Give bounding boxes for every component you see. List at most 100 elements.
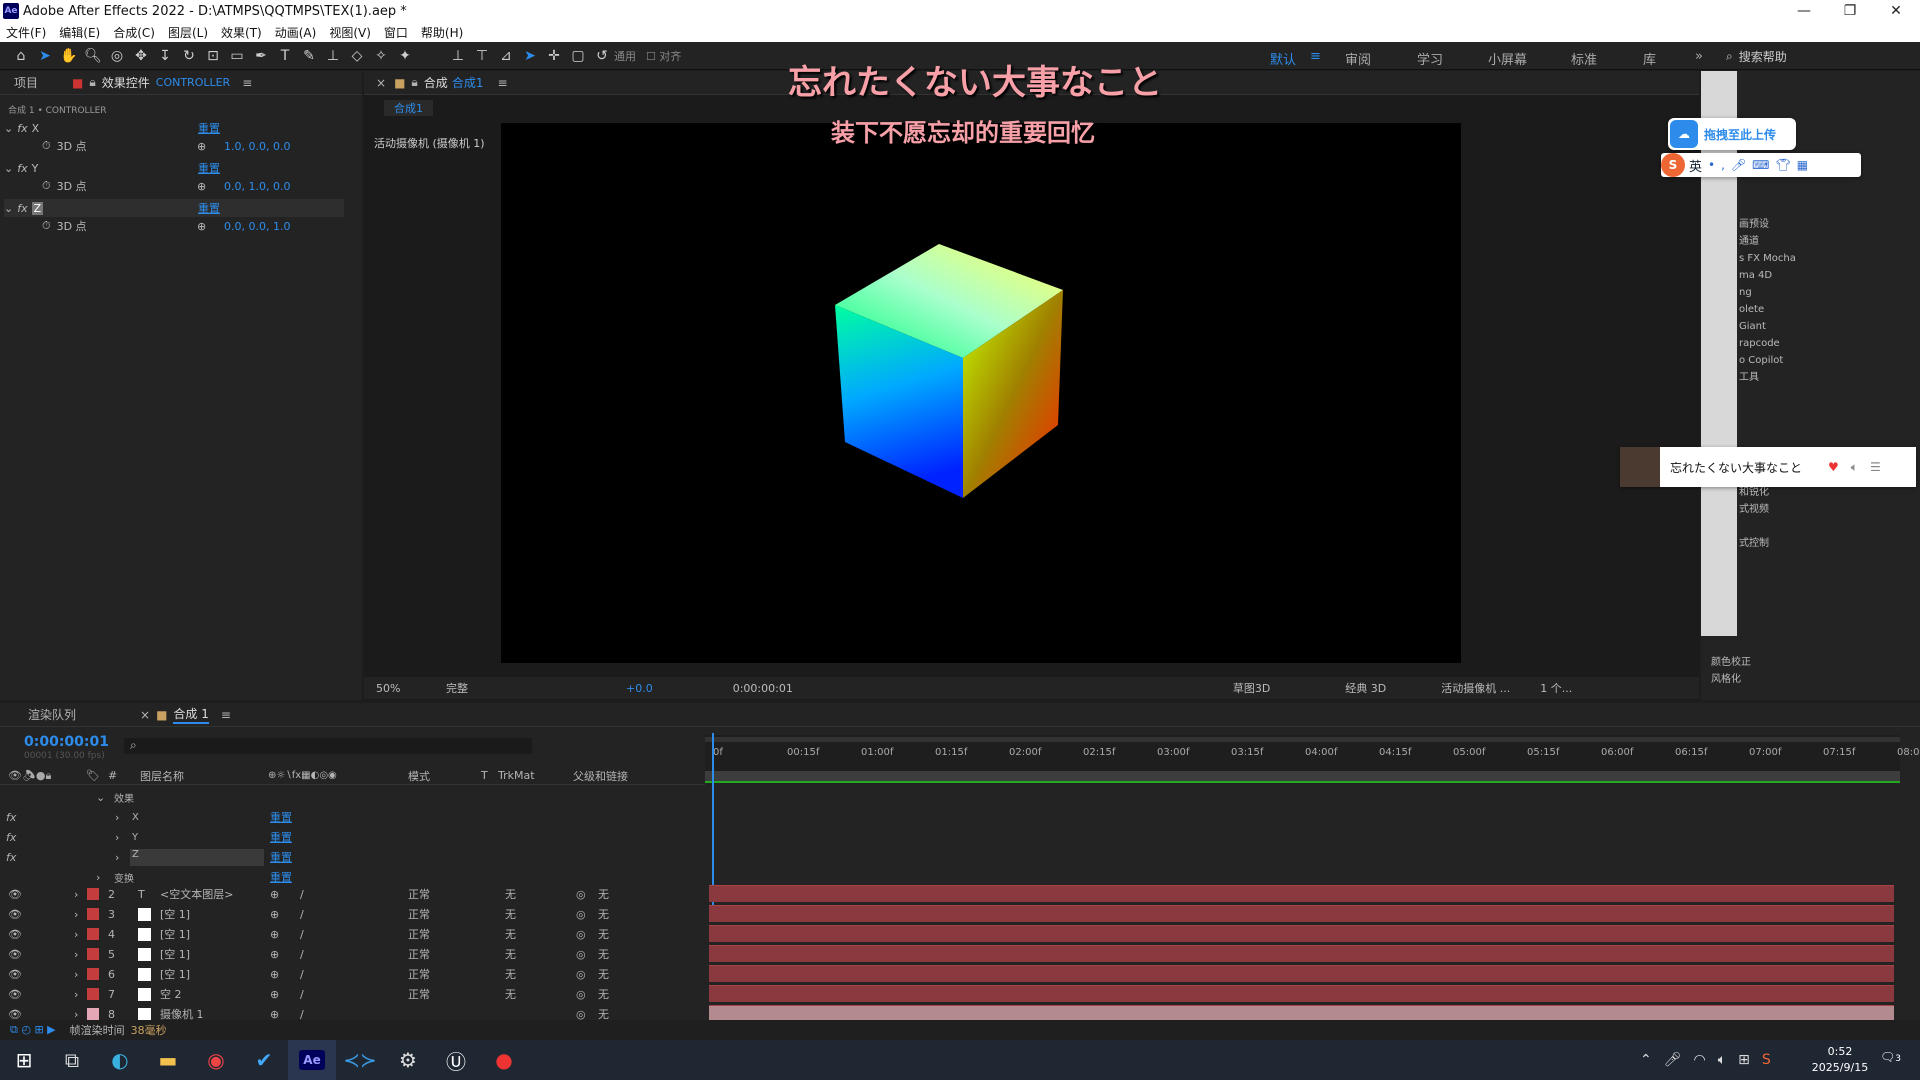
crosshair-icon[interactable]: ⊕ bbox=[197, 140, 206, 153]
shy-switch-icon[interactable]: ⊕ bbox=[270, 948, 279, 961]
music-popup[interactable]: 忘れたくない大事なこと ♥ 🔈︎ ☰ bbox=[1620, 447, 1916, 487]
expand-icon[interactable]: ⌄ bbox=[96, 791, 105, 804]
home-icon[interactable]: ⌂ bbox=[10, 45, 32, 67]
quality-select[interactable]: 完整 bbox=[446, 680, 536, 696]
effect-y-reset[interactable]: 重置 bbox=[198, 160, 220, 176]
stopwatch-icon[interactable]: ⏱ bbox=[42, 139, 51, 153]
selection-tool-icon[interactable]: ➤ bbox=[34, 45, 56, 67]
anchor-tool-icon[interactable]: ⊡ bbox=[202, 45, 224, 67]
timeline-timecode[interactable]: 0:00:00:01 bbox=[24, 734, 109, 750]
layer-parent-select[interactable]: 无 bbox=[598, 966, 609, 982]
effect-x-reset[interactable]: 重置 bbox=[198, 120, 220, 136]
move-3d-icon[interactable]: ✛ bbox=[543, 45, 565, 67]
menu-composition[interactable]: 合成(C) bbox=[113, 24, 155, 41]
notification-icon[interactable]: 🗨︎3 bbox=[1880, 1050, 1901, 1064]
time-ruler[interactable]: 0f 00:15f 01:00f 01:15f 02:00f 02:15f 03:00f 03… bbox=[705, 735, 1919, 783]
preset-item[interactable]: 式控制 bbox=[1739, 535, 1769, 552]
preset-item[interactable]: 画预设 bbox=[1739, 216, 1796, 233]
layer-mode-select[interactable]: 正常 bbox=[408, 966, 430, 982]
pickwhip-icon[interactable]: ◎ bbox=[576, 948, 586, 961]
expand-icon[interactable]: › bbox=[74, 948, 78, 961]
layer-name[interactable]: 空 2 bbox=[160, 986, 182, 1002]
pickwhip-icon[interactable]: ◎ bbox=[576, 888, 586, 901]
tab-close-icon[interactable]: ■ bbox=[72, 76, 83, 90]
effect-z-label[interactable]: Z bbox=[130, 848, 264, 866]
crosshair-icon[interactable]: ⊕ bbox=[197, 180, 206, 193]
effect-z-row[interactable]: ⌄ fx Z 重置 bbox=[4, 199, 344, 217]
expand-icon[interactable]: › bbox=[74, 888, 78, 901]
layer-trkmat-select[interactable]: 无 bbox=[505, 986, 516, 1002]
eye-icon[interactable]: 👁︎ bbox=[8, 988, 22, 1001]
brush-tool-icon[interactable]: ✎ bbox=[298, 45, 320, 67]
workspace-review[interactable]: 审阅 bbox=[1345, 49, 1371, 68]
menu-view[interactable]: 视图(V) bbox=[329, 24, 371, 41]
effect-x-row[interactable]: ⌄ fx X 重置 bbox=[4, 119, 344, 137]
eye-icon[interactable]: 👁︎ bbox=[8, 928, 22, 941]
mic-icon[interactable]: 🎤︎ bbox=[1664, 1052, 1682, 1068]
quality-switch-icon[interactable]: ∕ bbox=[300, 968, 304, 981]
label-color-swatch[interactable] bbox=[87, 948, 99, 960]
windows-start-icon[interactable]: ⊞ bbox=[0, 1040, 48, 1080]
pickwhip-icon[interactable]: ◎ bbox=[576, 968, 586, 981]
pickwhip-icon[interactable]: ◎ bbox=[576, 908, 586, 921]
pickwhip-icon[interactable]: ◎ bbox=[576, 988, 586, 1001]
align-checkbox[interactable]: ☐ 对齐 bbox=[646, 48, 681, 64]
quality-switch-icon[interactable]: ∕ bbox=[300, 1008, 304, 1021]
netease-music-icon[interactable]: ● bbox=[480, 1040, 528, 1080]
footer-toggles-icon[interactable]: ⧉ ◴ ⊞ ▶ bbox=[10, 1023, 56, 1037]
expand-icon[interactable]: › bbox=[74, 1008, 78, 1021]
effect-z-value[interactable]: 0.0, 0.0, 1.0 bbox=[224, 220, 290, 233]
workspace-default[interactable]: 默认 bbox=[1270, 49, 1296, 68]
preset-item[interactable]: 风格化 bbox=[1711, 671, 1751, 688]
expand-icon[interactable]: › bbox=[115, 831, 119, 844]
effect-y-row[interactable]: ⌄ fx Y 重置 bbox=[4, 159, 344, 177]
expand-icon[interactable]: › bbox=[74, 908, 78, 921]
quality-switch-icon[interactable]: ∕ bbox=[300, 988, 304, 1001]
stopwatch-icon[interactable]: ⏱ bbox=[42, 179, 51, 193]
preset-item[interactable]: ma 4D bbox=[1739, 267, 1796, 284]
crosshair-icon[interactable]: ⊕ bbox=[197, 220, 206, 233]
hand-tool-icon[interactable]: ✋ bbox=[58, 45, 80, 67]
draft3d-toggle[interactable]: 草图3D bbox=[1233, 680, 1270, 696]
expand-icon[interactable]: ⌄ bbox=[4, 202, 13, 215]
unreal-icon[interactable]: Ⓤ bbox=[432, 1040, 480, 1080]
file-explorer-icon[interactable]: ▬ bbox=[144, 1040, 192, 1080]
speaker-icon[interactable]: 🔈︎ bbox=[1718, 1052, 1726, 1068]
menu-help[interactable]: 帮助(H) bbox=[421, 24, 463, 41]
zoom-tool-icon[interactable]: 🔍︎ bbox=[82, 45, 104, 67]
panel-menu-icon[interactable]: ≡ bbox=[497, 76, 507, 90]
task-view-icon[interactable]: ⧉ bbox=[48, 1040, 96, 1080]
preset-item[interactable]: Giant bbox=[1739, 318, 1796, 335]
playlist-icon[interactable]: ☰ bbox=[1870, 460, 1881, 474]
panel-menu-icon[interactable]: ≡ bbox=[242, 76, 252, 90]
label-color-swatch[interactable] bbox=[87, 988, 99, 1000]
pickwhip-icon[interactable]: ◎ bbox=[576, 1008, 586, 1021]
workspace-menu-icon[interactable]: ≡ bbox=[1310, 49, 1321, 64]
layer-row[interactable]: 👁︎ › 2 T <空文本图层> ⊕ ∕ 正常 无 ◎ 无 bbox=[0, 884, 700, 904]
eraser-tool-icon[interactable]: ◇ bbox=[346, 45, 368, 67]
shy-switch-icon[interactable]: ⊕ bbox=[270, 928, 279, 941]
upload-widget[interactable]: ☁ 拖拽至此上传 bbox=[1668, 118, 1796, 150]
expand-icon[interactable]: › bbox=[74, 988, 78, 1001]
clock[interactable]: 0:52 2025/9/15 bbox=[1800, 1044, 1880, 1076]
shy-switch-icon[interactable]: ⊕ bbox=[270, 908, 279, 921]
comp-timecode[interactable]: 0:00:00:01 bbox=[733, 682, 793, 695]
expand-icon[interactable]: › bbox=[115, 851, 119, 864]
axis-world-icon[interactable]: ⊤ bbox=[471, 45, 493, 67]
effect-x-reset[interactable]: 重置 bbox=[270, 809, 292, 825]
layer-mode-select[interactable]: 正常 bbox=[408, 926, 430, 942]
expand-icon[interactable]: › bbox=[74, 928, 78, 941]
tab-close-icon[interactable]: × bbox=[376, 76, 386, 90]
shy-switch-icon[interactable]: ⊕ bbox=[270, 968, 279, 981]
expand-icon[interactable]: › bbox=[115, 811, 119, 824]
lock-icon[interactable]: 🔒︎ bbox=[411, 75, 417, 90]
layer-name[interactable]: [空 1] bbox=[160, 946, 190, 962]
tab-comp1[interactable]: 合成 1 bbox=[173, 705, 209, 724]
layer-name[interactable]: [空 1] bbox=[160, 906, 190, 922]
edge-icon[interactable]: ◐ bbox=[96, 1040, 144, 1080]
quality-switch-icon[interactable]: ∕ bbox=[300, 888, 304, 901]
eye-icon[interactable]: 👁︎ bbox=[8, 968, 22, 981]
workspace-more-icon[interactable]: » bbox=[1695, 49, 1703, 64]
pickwhip-icon[interactable]: ◎ bbox=[576, 928, 586, 941]
layer-parent-select[interactable]: 无 bbox=[598, 946, 609, 962]
